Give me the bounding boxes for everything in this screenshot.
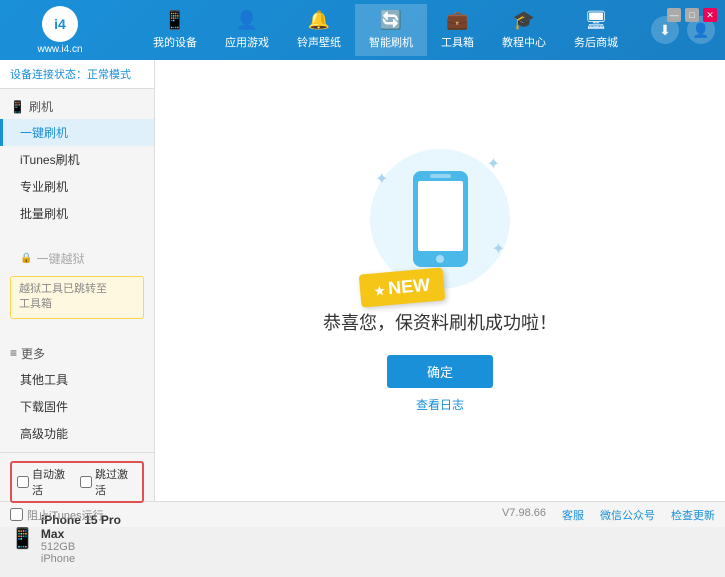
nav-bar: 📱 我的设备 👤 应用游戏 🔔 铃声壁纸 🔄 智能刷机 💼 工具箱 🎓 xyxy=(120,4,651,56)
confirm-button[interactable]: 确定 xyxy=(387,355,493,388)
new-badge: NEW xyxy=(359,267,446,307)
view-log-link[interactable]: 查看日志 xyxy=(416,396,464,413)
nav-toolbox[interactable]: 💼 工具箱 xyxy=(427,4,488,56)
sidebar-item-onekey-flash[interactable]: 一键刷机 xyxy=(0,119,154,146)
device-storage: 512GB xyxy=(41,541,144,553)
flash-section-label: 刷机 xyxy=(29,98,53,115)
phone-illustration xyxy=(408,169,473,269)
flash-section-icon: 📱 xyxy=(10,100,25,114)
bypass-activation-checkbox-item[interactable]: 跳过激活 xyxy=(80,466,137,498)
sidebar: 设备连接状态：正常模式 📱 刷机 一键刷机 iTunes刷机 专业刷机 批量刷机 xyxy=(0,60,155,501)
onekey-flash-label: 一键刷机 xyxy=(20,124,68,141)
bypass-activation-label: 跳过激活 xyxy=(95,466,137,498)
auto-activate-checkbox[interactable] xyxy=(17,476,29,488)
jailbreak-notice: 越狱工具已跳转至工具箱 xyxy=(10,276,144,319)
sidebar-section-more-header: ≡ 更多 xyxy=(0,341,154,366)
sparkle-3-icon: ✦ xyxy=(492,239,505,259)
window-minimize-button[interactable]: — xyxy=(667,8,681,22)
check-update-link[interactable]: 检查更新 xyxy=(671,507,715,523)
footer-left: 阻止iTunes运行 xyxy=(10,507,104,523)
sidebar-more-section: ≡ 更多 其他工具 下载固件 高级功能 xyxy=(0,336,154,452)
more-section-label: 更多 xyxy=(21,345,45,362)
skin-link[interactable]: 客服 xyxy=(562,507,584,523)
status-bar: 设备连接状态：正常模式 xyxy=(0,60,154,89)
nav-service-label: 务后商城 xyxy=(574,34,618,50)
jailbreak-label: 一键越狱 xyxy=(36,250,84,267)
window-maximize-button[interactable]: □ xyxy=(685,8,699,22)
window-close-button[interactable]: ✕ xyxy=(703,8,717,22)
sidebar-item-batch-flash[interactable]: 批量刷机 xyxy=(0,200,154,227)
sidebar-item-itunes-flash[interactable]: iTunes刷机 xyxy=(0,146,154,173)
nav-smart-flash-label: 智能刷机 xyxy=(369,34,413,50)
auto-activate-label: 自动激活 xyxy=(32,466,74,498)
success-illustration: ✦ ✦ ✦ NEW xyxy=(370,149,510,289)
batch-flash-label: 批量刷机 xyxy=(20,205,68,222)
sidebar-item-pro-flash[interactable]: 专业刷机 xyxy=(0,173,154,200)
status-value: 正常模式 xyxy=(87,69,131,81)
device-type: iPhone xyxy=(41,553,144,565)
sidebar-item-other-tools[interactable]: 其他工具 xyxy=(0,366,154,393)
nav-apps-games-label: 应用游戏 xyxy=(225,34,269,50)
ringtone-icon: 🔔 xyxy=(308,10,330,31)
logo-subtext: www.i4.cn xyxy=(37,44,82,55)
logo-icon: i4 xyxy=(42,6,78,42)
sidebar-item-download-firmware[interactable]: 下载固件 xyxy=(0,393,154,420)
success-title: 恭喜您，保资料刷机成功啦！ xyxy=(323,309,557,335)
sparkle-2-icon: ✦ xyxy=(375,169,388,189)
phone-bg-circle: ✦ ✦ ✦ NEW xyxy=(370,149,510,289)
nav-apps-games[interactable]: 👤 应用游戏 xyxy=(211,4,283,56)
nav-tutorial-label: 教程中心 xyxy=(502,34,546,50)
wechat-link[interactable]: 微信公众号 xyxy=(600,507,655,523)
nav-my-device[interactable]: 📱 我的设备 xyxy=(139,4,211,56)
nav-smart-flash[interactable]: 🔄 智能刷机 xyxy=(355,4,427,56)
auto-activate-checkbox-item[interactable]: 自动激活 xyxy=(17,466,74,498)
main-content: ✦ ✦ ✦ NEW 恭喜您，保资料刷机成功啦！ 确定 查看日志 xyxy=(155,60,725,501)
footer-right: V7.98.66 客服 微信公众号 检查更新 xyxy=(502,507,715,523)
nav-my-device-label: 我的设备 xyxy=(153,34,197,50)
version-label: V7.98.66 xyxy=(502,507,546,523)
nav-ringtone[interactable]: 🔔 铃声壁纸 xyxy=(283,4,355,56)
nav-ringtone-label: 铃声壁纸 xyxy=(297,34,341,50)
auto-activate-row: 自动激活 跳过激活 xyxy=(10,461,144,503)
stop-itunes-checkbox[interactable] xyxy=(10,508,23,521)
advanced-label: 高级功能 xyxy=(20,425,68,442)
itunes-flash-label: iTunes刷机 xyxy=(20,151,80,168)
pro-flash-label: 专业刷机 xyxy=(20,178,68,195)
stop-itunes-label: 阻止iTunes运行 xyxy=(27,507,104,523)
nav-service[interactable]: 🖥 务后商城 xyxy=(560,4,632,56)
sidebar-item-jailbreak: 🔒 一键越狱 xyxy=(0,245,154,272)
nav-tutorial[interactable]: 🎓 教程中心 xyxy=(488,4,560,56)
toolbox-icon: 💼 xyxy=(446,10,468,31)
smart-flash-icon: 🔄 xyxy=(380,10,402,31)
status-label: 设备连接状态： xyxy=(10,69,87,81)
apps-games-icon: 👤 xyxy=(236,10,258,31)
sidebar-item-advanced[interactable]: 高级功能 xyxy=(0,420,154,447)
sidebar-jailbreak-section: 🔒 一键越狱 越狱工具已跳转至工具箱 xyxy=(0,240,154,328)
bypass-activation-checkbox[interactable] xyxy=(80,476,92,488)
device-phone-icon: 📱 xyxy=(10,526,35,551)
other-tools-label: 其他工具 xyxy=(20,371,68,388)
download-firmware-label: 下载固件 xyxy=(20,398,68,415)
my-device-icon: 📱 xyxy=(164,10,186,31)
nav-toolbox-label: 工具箱 xyxy=(441,34,474,50)
sparkle-1-icon: ✦ xyxy=(487,154,500,174)
new-badge-text: NEW xyxy=(387,274,431,298)
service-icon: 🖥 xyxy=(585,10,608,31)
sidebar-section-flash-header: 📱 刷机 xyxy=(0,94,154,119)
tutorial-icon: 🎓 xyxy=(513,10,535,31)
more-section-icon: ≡ xyxy=(10,346,17,360)
notice-text: 越狱工具已跳转至工具箱 xyxy=(19,283,107,310)
sidebar-flash-section: 📱 刷机 一键刷机 iTunes刷机 专业刷机 批量刷机 xyxy=(0,89,154,232)
app-logo: i4 www.i4.cn xyxy=(10,6,110,55)
